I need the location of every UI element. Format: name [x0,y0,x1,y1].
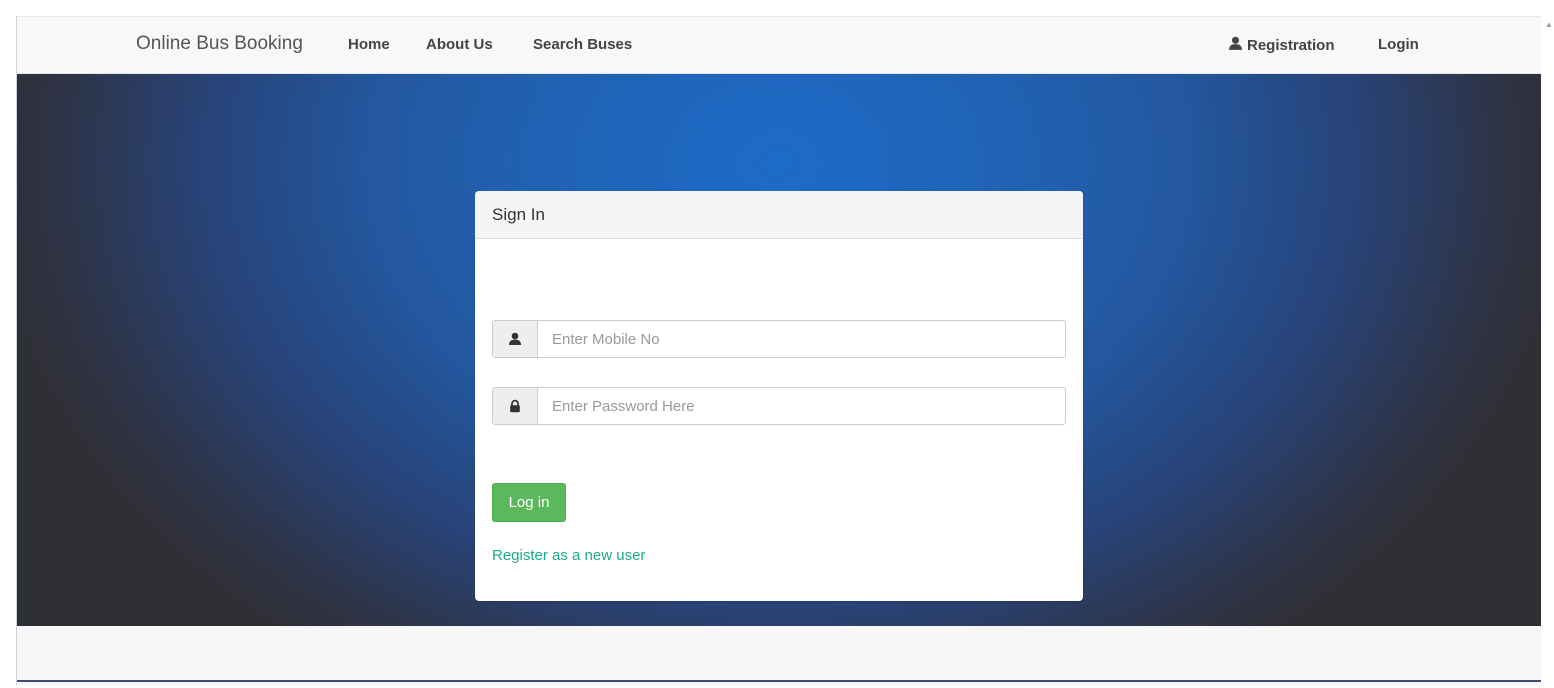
scrollbar-up-arrow-icon[interactable]: ▲ [1545,20,1553,29]
user-icon [1228,36,1243,55]
login-button[interactable]: Log in [492,483,566,522]
browser-viewport: Online Bus Booking Home About Us Search … [16,16,1541,685]
register-link[interactable]: Register as a new user [492,547,645,564]
brand-link[interactable]: Online Bus Booking [136,33,303,55]
nav-login[interactable]: Login [1378,36,1419,53]
nav-registration[interactable]: Registration [1228,36,1335,55]
signin-title: Sign In [475,191,1083,239]
user-icon [493,321,538,357]
mobile-input-group [492,320,1066,358]
password-input-group [492,387,1066,425]
footer-divider [17,680,1541,682]
nav-about-us[interactable]: About Us [426,36,493,53]
mobile-input[interactable] [538,321,1065,357]
hero-banner: Sign In Log i [17,74,1541,626]
nav-home[interactable]: Home [348,36,390,53]
navbar: Online Bus Booking Home About Us Search … [17,17,1541,74]
password-input[interactable] [538,388,1065,424]
nav-search-buses[interactable]: Search Buses [533,36,632,53]
nav-registration-label: Registration [1247,37,1335,54]
signin-panel: Sign In Log i [475,191,1083,601]
lock-icon [493,388,538,424]
